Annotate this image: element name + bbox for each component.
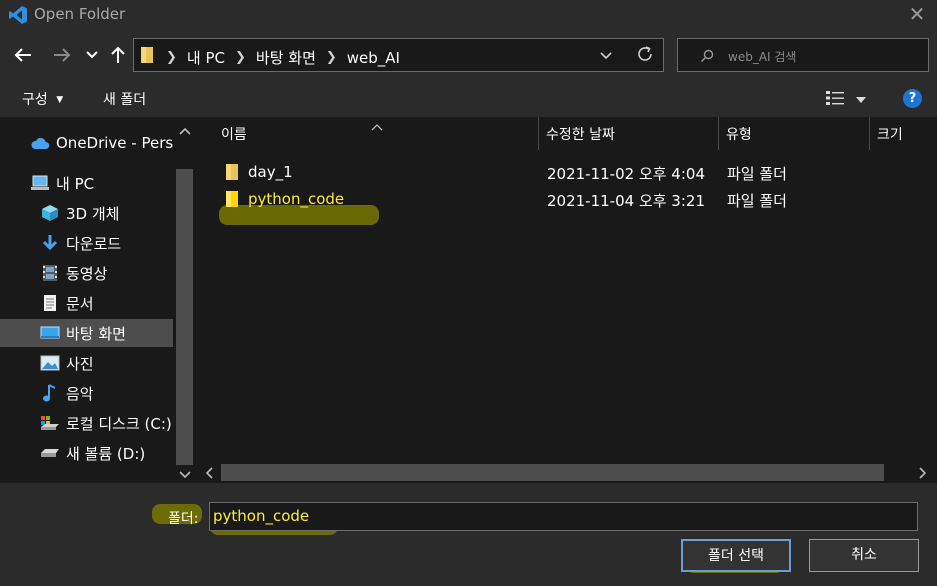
folder-name-input[interactable]: python_code <box>209 502 918 531</box>
sidebar-item-music[interactable]: 음악 <box>0 379 173 407</box>
music-icon <box>40 383 60 403</box>
video-icon <box>40 263 60 283</box>
navigation-pane: OneDrive - Personal 내 PC 3D 개체 다운로드 동영상 … <box>0 117 197 483</box>
scroll-up-icon[interactable] <box>179 123 191 139</box>
folder-icon <box>141 47 153 63</box>
folder-icon <box>226 191 238 207</box>
select-folder-label: 폴더 선택 <box>708 548 764 564</box>
new-folder-button[interactable]: 새 폴더 <box>103 89 146 109</box>
help-icon[interactable]: ? <box>903 89 922 108</box>
horizontal-scroll-thumb[interactable] <box>221 464 884 481</box>
scroll-down-icon[interactable] <box>179 467 191 483</box>
search-icon <box>701 49 714 62</box>
sort-up-icon <box>371 119 383 135</box>
forward-arrow-icon[interactable] <box>49 42 75 68</box>
sidebar-item-my-pc[interactable]: 내 PC <box>0 169 173 197</box>
file-type: 파일 폴더 <box>727 192 787 210</box>
navigation-bar: ❯ 내 PC ❯ 바탕 화면 ❯ web_AI web_AI 검색 <box>0 36 937 74</box>
file-list: 이름 수정한 날짜 유형 크기 day_1 2021-11-02 오후 4:04… <box>197 117 937 483</box>
sidebar-item-desktop[interactable]: 바탕 화면 <box>0 319 173 347</box>
breadcrumb-my-pc[interactable]: 내 PC <box>187 47 225 68</box>
view-dropdown-icon[interactable] <box>856 92 866 108</box>
picture-icon <box>40 353 60 373</box>
table-row[interactable]: day_1 2021-11-02 오후 4:04 파일 폴더 <box>219 159 919 185</box>
address-dropdown-icon[interactable] <box>600 48 612 64</box>
file-name: python_code <box>248 190 345 208</box>
sidebar-item-videos[interactable]: 동영상 <box>0 259 173 287</box>
pc-icon <box>30 173 50 193</box>
sidebar-scrollbar[interactable] <box>173 117 197 483</box>
drive-icon <box>40 443 60 463</box>
file-type: 파일 폴더 <box>727 165 787 183</box>
sidebar-scroll-thumb[interactable] <box>176 169 193 465</box>
file-date: 2021-11-04 오후 3:21 <box>547 192 705 210</box>
file-name: day_1 <box>248 163 293 181</box>
address-bar[interactable]: ❯ 내 PC ❯ 바탕 화면 ❯ web_AI <box>133 38 664 72</box>
breadcrumb: ❯ 내 PC ❯ 바탕 화면 ❯ web_AI <box>166 47 400 68</box>
folder-icon <box>226 164 238 180</box>
command-bar: 구성 ▼ 새 폴더 ? <box>0 80 937 116</box>
breadcrumb-desktop[interactable]: 바탕 화면 <box>256 47 316 68</box>
document-icon <box>40 293 60 313</box>
column-header-type[interactable]: 유형 <box>720 117 752 150</box>
up-arrow-icon[interactable] <box>105 42 131 68</box>
column-header-size[interactable]: 크기 <box>871 117 903 150</box>
table-row[interactable]: python_code 2021-11-04 오후 3:21 파일 폴더 <box>219 186 919 212</box>
sidebar-item-volume-d[interactable]: 새 볼륨 (D:) <box>0 439 173 467</box>
file-list-horizontal-scrollbar[interactable] <box>197 462 937 483</box>
download-icon <box>40 233 60 253</box>
drive-icon <box>40 413 60 433</box>
recent-locations-chevron-icon[interactable] <box>80 42 104 68</box>
window-title: Open Folder <box>34 5 126 23</box>
sidebar-item-3d-objects[interactable]: 3D 개체 <box>0 199 173 227</box>
organize-label: 구성 <box>22 92 48 108</box>
file-date: 2021-11-02 오후 4:04 <box>547 165 705 183</box>
vscode-icon <box>9 6 27 24</box>
folder-field-label: 폴더: <box>168 511 199 527</box>
back-arrow-icon[interactable] <box>10 42 36 68</box>
organize-chevron-icon: ▼ <box>56 95 64 105</box>
sidebar-item-pictures[interactable]: 사진 <box>0 349 173 377</box>
refresh-icon[interactable] <box>636 45 654 67</box>
sidebar-item-documents[interactable]: 문서 <box>0 289 173 317</box>
organize-button[interactable]: 구성 ▼ <box>22 89 63 109</box>
desktop-icon <box>40 323 60 343</box>
column-header-date-modified[interactable]: 수정한 날짜 <box>540 117 615 150</box>
cube-icon <box>40 203 60 223</box>
search-placeholder: web_AI 검색 <box>728 50 797 64</box>
cloud-icon <box>30 133 50 153</box>
view-options-icon[interactable] <box>826 90 846 110</box>
scroll-left-icon[interactable] <box>205 467 213 483</box>
sidebar-item-downloads[interactable]: 다운로드 <box>0 229 173 257</box>
column-header-name[interactable]: 이름 <box>215 117 247 150</box>
title-bar: Open Folder ✕ <box>0 0 937 30</box>
sidebar-item-local-disk-c[interactable]: 로컬 디스크 (C:) <box>0 409 173 437</box>
select-folder-button[interactable]: 폴더 선택 <box>681 539 791 572</box>
breadcrumb-web-ai[interactable]: web_AI <box>347 49 400 67</box>
cancel-button[interactable]: 취소 <box>809 539 919 572</box>
search-input[interactable]: web_AI 검색 <box>677 38 929 72</box>
scroll-right-icon[interactable] <box>919 467 927 483</box>
close-icon[interactable]: ✕ <box>905 3 929 27</box>
dialog-footer: 폴더: python_code 폴더 선택 취소 <box>0 483 937 586</box>
sidebar-item-onedrive[interactable]: OneDrive - Personal <box>0 129 173 157</box>
